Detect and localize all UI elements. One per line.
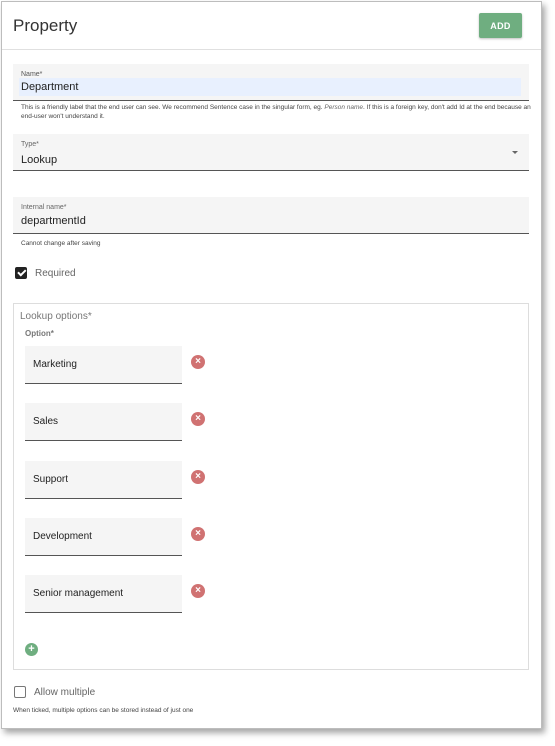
add-button[interactable]: ADD — [479, 13, 522, 38]
chevron-down-icon[interactable] — [512, 151, 518, 154]
close-circle-icon[interactable]: × — [191, 527, 205, 541]
option-input[interactable]: Marketing — [25, 346, 182, 384]
allow-multiple-checkbox[interactable] — [14, 686, 26, 698]
name-field[interactable]: Name* Department — [13, 64, 529, 101]
name-field-autofill-bg — [19, 78, 521, 96]
option-input[interactable]: Support — [25, 461, 182, 499]
option-value[interactable]: Marketing — [33, 359, 77, 370]
internal-name-value[interactable]: departmentId — [21, 215, 86, 227]
type-select-value: Lookup — [21, 154, 58, 166]
allow-multiple-row[interactable]: Allow multiple — [14, 686, 95, 698]
name-field-value[interactable]: Department — [21, 81, 78, 93]
option-input[interactable]: Development — [25, 518, 182, 556]
dialog-header: Property ADD — [2, 2, 541, 50]
required-label: Required — [35, 267, 76, 279]
name-helper-example: Person name — [324, 104, 364, 111]
internal-name-label: Internal name* — [21, 204, 67, 211]
close-circle-icon[interactable]: × — [191, 584, 205, 598]
option-value[interactable]: Support — [33, 474, 68, 485]
allow-multiple-helper: When ticked, multiple options can be sto… — [13, 707, 194, 714]
option-value[interactable]: Development — [33, 531, 92, 542]
required-checkbox[interactable] — [15, 267, 27, 279]
lookup-options-box: Lookup options* Option* Marketing × Sale… — [13, 303, 529, 670]
name-field-label: Name* — [21, 71, 43, 78]
option-value[interactable]: Sales — [33, 416, 58, 427]
required-checkbox-row[interactable]: Required — [15, 267, 76, 279]
close-circle-icon[interactable]: × — [191, 412, 205, 426]
lookup-options-title: Lookup options* — [20, 311, 92, 322]
type-select[interactable]: Type* Lookup — [13, 134, 529, 171]
internal-name-helper: Cannot change after saving — [21, 240, 101, 247]
name-field-helper: This is a friendly label that the end us… — [21, 103, 531, 121]
allow-multiple-label: Allow multiple — [34, 686, 96, 698]
name-helper-prefix: This is a friendly label that the end us… — [21, 104, 325, 111]
close-circle-icon[interactable]: × — [191, 355, 205, 369]
plus-circle-icon[interactable]: + — [25, 643, 38, 656]
option-column-header: Option* — [25, 329, 54, 338]
property-dialog: Property ADD Name* Department This is a … — [1, 1, 542, 729]
option-value[interactable]: Senior management — [33, 588, 123, 599]
internal-name-field[interactable]: Internal name* departmentId — [13, 197, 529, 234]
option-input[interactable]: Senior management — [25, 575, 182, 613]
option-input[interactable]: Sales — [25, 403, 182, 441]
dialog-title: Property — [13, 16, 78, 35]
close-circle-icon[interactable]: × — [191, 470, 205, 484]
type-select-label: Type* — [21, 141, 39, 148]
